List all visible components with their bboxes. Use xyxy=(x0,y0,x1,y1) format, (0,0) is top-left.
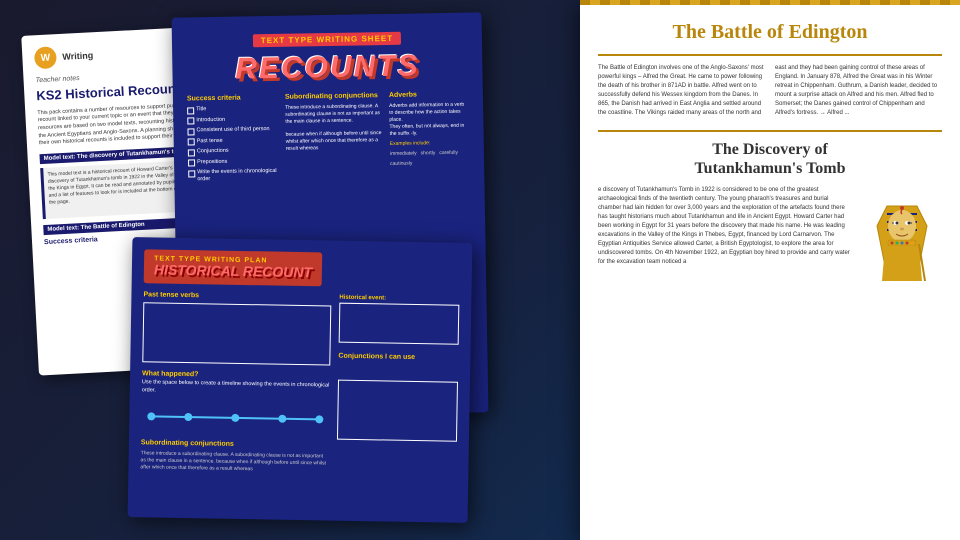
conjunctions-box xyxy=(337,380,458,442)
timeline-dot-2 xyxy=(184,413,192,421)
conjunctions-label: Conjunctions I can use xyxy=(338,353,458,362)
adverbs-header: Adverbs xyxy=(389,91,469,99)
past-tense-box xyxy=(142,303,331,366)
adverbs-list: immediately shortly carefully cautiously xyxy=(390,150,470,167)
adverb-carefully: carefully xyxy=(439,150,458,156)
success-item-chron: Write the events in chronological order xyxy=(188,168,278,184)
subordinating-examples: because when if although before until si… xyxy=(286,130,382,153)
plan-sub-label: Subordinating conjunctions xyxy=(141,439,329,449)
battle-title: The Battle of Edington xyxy=(598,20,942,44)
text-type-label: TEXT TYPE WRITING SHEET xyxy=(253,32,402,48)
adverbs-suffix-note: They often, but not always, end in the s… xyxy=(389,123,469,138)
success-item-past: Past tense xyxy=(188,136,278,145)
adverbs-examples-label: Examples include: xyxy=(390,140,470,147)
writing-label: Writing xyxy=(62,50,93,62)
adverb-immediately: immediately xyxy=(390,150,417,156)
subordinating-body: These introduce a subordinating clause. … xyxy=(285,103,381,126)
success-col-header: Success criteria xyxy=(187,94,277,103)
writing-icon-label: W xyxy=(40,52,50,63)
hist-event-box xyxy=(339,303,460,345)
plan-title-block: TEXT TYPE WRITING PLAN HISTORICAL RECOUN… xyxy=(144,249,323,286)
plan-sub-conj: Subordinating conjunctions These introdu… xyxy=(140,439,329,474)
text-type-badge: TEXT TYPE WRITING SHEET xyxy=(186,27,468,52)
timeline xyxy=(141,401,329,434)
plan-left: Past tense verbs What happened? Use the … xyxy=(140,292,331,475)
tut-title: The Discovery ofTutankhamun's Tomb xyxy=(598,140,942,178)
recounts-columns: Success criteria Title Introduction Cons… xyxy=(187,91,471,187)
timeline-dot-3 xyxy=(231,414,239,422)
success-item-title: Title xyxy=(187,105,277,114)
scene: W Writing Teacher notes KS2 Historical R… xyxy=(0,0,960,540)
timeline-dot-4 xyxy=(278,414,286,422)
pharaoh-svg xyxy=(867,196,937,286)
adverbs-body: Adverbs add information to a verb to des… xyxy=(389,102,469,124)
gold-divider-2 xyxy=(598,130,942,132)
success-item-conj: Conjunctions xyxy=(188,147,278,156)
timeline-dot-1 xyxy=(147,412,155,420)
plan-sub-body: These introduce a subordinating clause. … xyxy=(140,450,328,474)
success-item-prep: Prepositions xyxy=(188,157,278,166)
plan-instruction: Use the space below to create a timeline… xyxy=(142,380,330,399)
adverb-cautiously: cautiously xyxy=(390,161,412,167)
timeline-dot-5 xyxy=(315,415,323,423)
plan-header: TEXT TYPE WRITING PLAN HISTORICAL RECOUN… xyxy=(144,249,461,289)
past-tense-label: Past tense verbs xyxy=(143,292,331,302)
success-item-third: Consistent use of third person xyxy=(187,126,277,135)
subordinating-col: Subordinating conjunctions These introdu… xyxy=(285,92,383,185)
adverbs-col: Adverbs Adverbs add information to a ver… xyxy=(389,91,471,184)
success-item-intro: Introduction xyxy=(187,115,277,124)
adverb-shortly: shortly xyxy=(421,150,436,156)
gold-divider-1 xyxy=(598,54,942,56)
subordinating-header: Subordinating conjunctions xyxy=(285,92,381,101)
success-criteria-col: Success criteria Title Introduction Cons… xyxy=(187,94,279,187)
hist-event-label: Historical event: xyxy=(339,295,459,303)
doc-battle: The Battle of Edington The Battle of Edi… xyxy=(580,0,960,540)
plan-right: Historical event: Conjunctions I can use xyxy=(336,295,459,476)
plan-name: HISTORICAL RECOUNT xyxy=(154,262,312,280)
plan-body: Past tense verbs What happened? Use the … xyxy=(140,292,459,477)
pharaoh-illustration xyxy=(862,186,942,286)
recounts-title: RECOUNTS xyxy=(186,51,468,86)
doc-plan: TEXT TYPE WRITING PLAN HISTORICAL RECOUN… xyxy=(128,237,473,523)
writing-icon: W xyxy=(34,46,57,69)
battle-body: The Battle of Edington involves one of t… xyxy=(598,64,942,118)
